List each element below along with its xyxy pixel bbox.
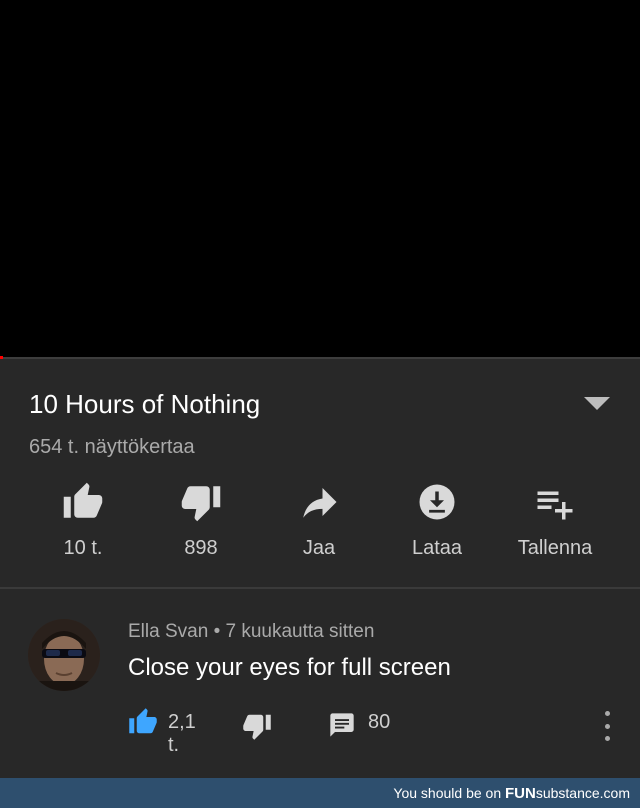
- download-icon: [419, 484, 455, 520]
- comment-time: 7 kuukautta sitten: [225, 621, 375, 642]
- playlist-add-icon: [537, 491, 573, 520]
- comment-reply-icon[interactable]: [328, 711, 356, 739]
- expand-chevron-icon[interactable]: [584, 397, 610, 410]
- download-label: Lataa: [411, 537, 463, 559]
- video-title: 10 Hours of Nothing: [29, 389, 261, 419]
- action-bar: 10 t. 898 Jaa Lataa Tallenna: [24, 481, 616, 561]
- view-count: 654 t. näyttökertaa: [29, 436, 195, 458]
- comment-author[interactable]: Ella Svan: [128, 621, 208, 642]
- watermark-text: You should be on FUNsubstance.com: [393, 785, 630, 802]
- video-player[interactable]: [0, 0, 640, 358]
- meta-separator: •: [213, 621, 221, 642]
- dislike-count: 898: [184, 537, 218, 559]
- watermark-brand-rest: substance.com: [535, 785, 630, 801]
- comment-meta: Ella Svan • 7 kuukautta sitten: [128, 621, 374, 643]
- more-options-icon[interactable]: [598, 711, 616, 741]
- like-count: 10 t.: [63, 537, 103, 559]
- watermark-prefix: You should be on: [393, 785, 505, 801]
- video-info: 10 Hours of Nothing 654 t. näyttökertaa …: [0, 359, 640, 585]
- thumb-down-icon: [181, 486, 221, 522]
- share-label: Jaa: [302, 537, 336, 559]
- dislike-button[interactable]: 898: [142, 481, 260, 561]
- share-icon: [303, 488, 337, 518]
- download-button[interactable]: Lataa: [378, 481, 496, 561]
- comment-like-count: 2,1 t.: [168, 711, 196, 756]
- comment-like-icon[interactable]: [128, 707, 158, 737]
- watermark-banner: You should be on FUNsubstance.com: [0, 778, 640, 808]
- thumb-up-icon: [63, 482, 103, 518]
- comment-dislike-icon[interactable]: [242, 711, 272, 741]
- avatar[interactable]: [28, 619, 100, 691]
- comment-text: Close your eyes for full screen: [128, 654, 451, 681]
- like-button[interactable]: 10 t.: [24, 481, 142, 561]
- save-label: Tallenna: [517, 537, 593, 559]
- share-button[interactable]: Jaa: [260, 481, 378, 561]
- top-comment: Ella Svan • 7 kuukautta sitten Close you…: [0, 589, 640, 777]
- comment-reply-count: 80: [368, 711, 391, 733]
- avatar-portrait-icon: [28, 619, 100, 691]
- save-button[interactable]: Tallenna: [496, 481, 614, 561]
- watermark-brand-fun: FUN: [505, 785, 536, 802]
